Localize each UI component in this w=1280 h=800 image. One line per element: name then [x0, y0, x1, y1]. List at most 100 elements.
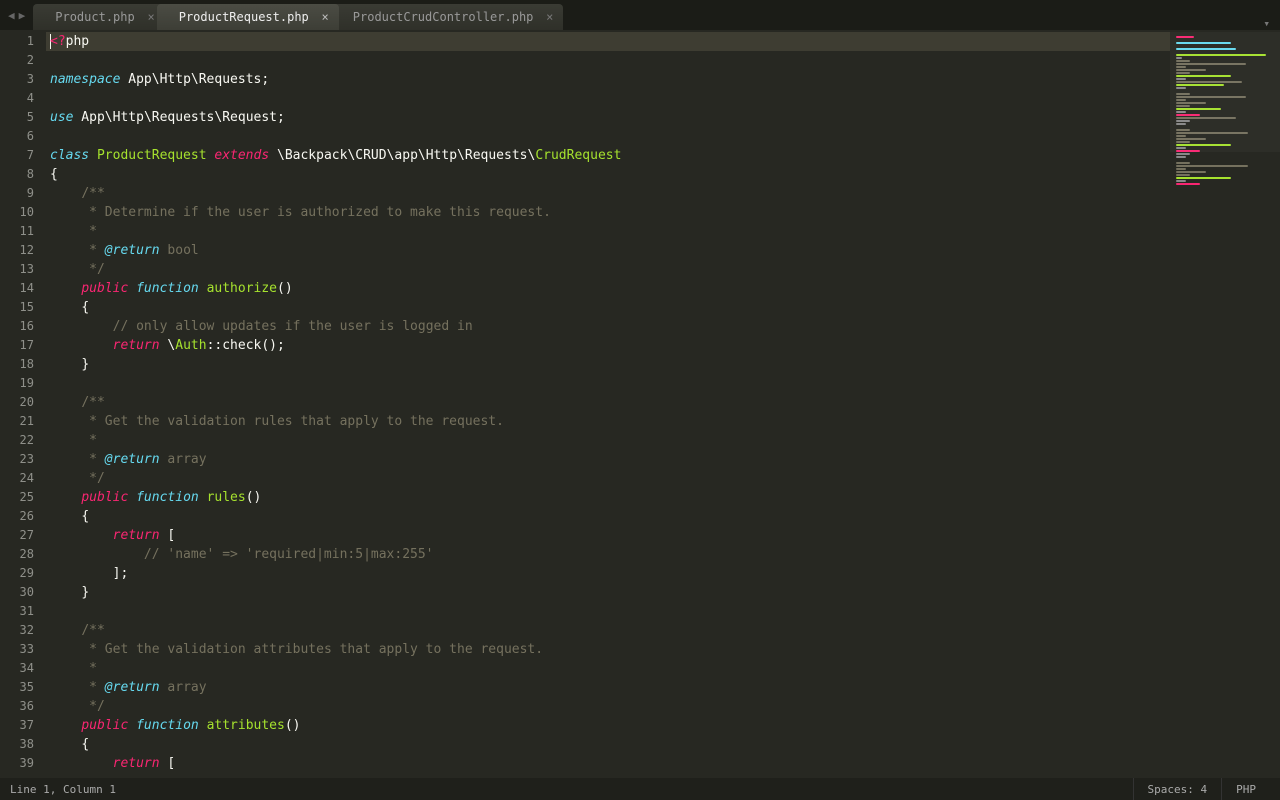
minimap-line: [1176, 171, 1206, 173]
line-number: 19: [0, 374, 46, 393]
code-line[interactable]: public function rules(): [46, 488, 1170, 507]
tab-close-icon[interactable]: ×: [148, 10, 155, 24]
line-number: 5: [0, 108, 46, 127]
code-line[interactable]: {: [46, 298, 1170, 317]
tab-label: Product.php: [55, 10, 134, 24]
line-number: 35: [0, 678, 46, 697]
line-number: 1: [0, 32, 46, 51]
code-line[interactable]: // only allow updates if the user is log…: [46, 317, 1170, 336]
line-number: 15: [0, 298, 46, 317]
code-line[interactable]: /**: [46, 393, 1170, 412]
code-line[interactable]: {: [46, 735, 1170, 754]
minimap-line: [1176, 162, 1190, 164]
line-number: 38: [0, 735, 46, 754]
tab-label: ProductRequest.php: [179, 10, 309, 24]
line-number: 23: [0, 450, 46, 469]
minimap-line: [1176, 174, 1190, 176]
code-content[interactable]: <?php namespace App\Http\Requests; use App…: [46, 30, 1170, 778]
code-line[interactable]: return \Auth::check();: [46, 336, 1170, 355]
tabs-overflow-icon[interactable]: ▾: [1253, 17, 1280, 30]
minimap-line: [1176, 153, 1190, 155]
tab-close-icon[interactable]: ×: [546, 10, 553, 24]
code-line[interactable]: [46, 89, 1170, 108]
code-line[interactable]: return [: [46, 754, 1170, 773]
code-line[interactable]: * Determine if the user is authorized to…: [46, 203, 1170, 222]
nav-arrows: ◀ ▶: [0, 0, 33, 30]
code-line[interactable]: ];: [46, 564, 1170, 583]
minimap-line: [1176, 156, 1186, 158]
line-number: 9: [0, 184, 46, 203]
line-number: 16: [0, 317, 46, 336]
line-number: 24: [0, 469, 46, 488]
nav-back-icon[interactable]: ◀: [6, 9, 17, 22]
code-line[interactable]: * @return bool: [46, 241, 1170, 260]
code-line[interactable]: *: [46, 431, 1170, 450]
code-line[interactable]: * @return array: [46, 678, 1170, 697]
code-line[interactable]: {: [46, 507, 1170, 526]
minimap[interactable]: [1170, 30, 1280, 778]
minimap-line: [1176, 177, 1231, 179]
line-number: 32: [0, 621, 46, 640]
code-line[interactable]: *: [46, 659, 1170, 678]
line-number: 10: [0, 203, 46, 222]
status-bar: Line 1, Column 1 Spaces: 4 PHP: [0, 778, 1280, 800]
code-line[interactable]: }: [46, 355, 1170, 374]
line-number: 39: [0, 754, 46, 773]
line-number: 8: [0, 165, 46, 184]
minimap-viewport[interactable]: [1170, 32, 1280, 152]
code-line[interactable]: namespace App\Http\Requests;: [46, 70, 1170, 89]
code-line[interactable]: *: [46, 222, 1170, 241]
nav-forward-icon[interactable]: ▶: [17, 9, 28, 22]
line-number: 25: [0, 488, 46, 507]
line-number: 36: [0, 697, 46, 716]
code-line[interactable]: [46, 127, 1170, 146]
status-language[interactable]: PHP: [1221, 778, 1270, 800]
tab-productcrudcontroller-php[interactable]: ProductCrudController.php×: [331, 4, 564, 30]
tab-product-php[interactable]: Product.php ×: [33, 4, 164, 30]
minimap-line: [1176, 168, 1186, 170]
code-line[interactable]: */: [46, 697, 1170, 716]
line-number: 14: [0, 279, 46, 298]
line-number: 4: [0, 89, 46, 108]
code-line[interactable]: [46, 602, 1170, 621]
code-line[interactable]: use App\Http\Requests\Request;: [46, 108, 1170, 127]
code-line[interactable]: * Get the validation rules that apply to…: [46, 412, 1170, 431]
status-indent[interactable]: Spaces: 4: [1133, 778, 1222, 800]
code-line[interactable]: }: [46, 583, 1170, 602]
line-number: 33: [0, 640, 46, 659]
tab-close-icon[interactable]: ×: [322, 10, 329, 24]
line-number: 11: [0, 222, 46, 241]
code-line[interactable]: // 'name' => 'required|min:5|max:255': [46, 545, 1170, 564]
code-line[interactable]: */: [46, 469, 1170, 488]
code-line[interactable]: return [: [46, 526, 1170, 545]
line-number: 17: [0, 336, 46, 355]
status-position[interactable]: Line 1, Column 1: [10, 783, 116, 796]
code-line[interactable]: public function authorize(): [46, 279, 1170, 298]
minimap-line: [1176, 165, 1248, 167]
code-line[interactable]: class ProductRequest extends \Backpack\C…: [46, 146, 1170, 165]
code-line[interactable]: /**: [46, 621, 1170, 640]
code-line[interactable]: <?php: [46, 32, 1170, 51]
line-number: 13: [0, 260, 46, 279]
tab-bar: ◀ ▶ Product.php×ProductRequest.php×Produ…: [0, 0, 1280, 30]
code-line[interactable]: public function attributes(): [46, 716, 1170, 735]
line-number: 37: [0, 716, 46, 735]
code-line[interactable]: [46, 374, 1170, 393]
minimap-line: [1176, 180, 1186, 182]
editor-area[interactable]: 1234567891011121314151617181920212223242…: [0, 30, 1280, 778]
line-number: 7: [0, 146, 46, 165]
code-line[interactable]: /**: [46, 184, 1170, 203]
line-number: 30: [0, 583, 46, 602]
tab-productrequest-php[interactable]: ProductRequest.php ×: [157, 4, 339, 30]
code-line[interactable]: [46, 51, 1170, 70]
code-line[interactable]: */: [46, 260, 1170, 279]
line-number: 34: [0, 659, 46, 678]
code-line[interactable]: {: [46, 165, 1170, 184]
line-number: 3: [0, 70, 46, 89]
line-number: 26: [0, 507, 46, 526]
code-line[interactable]: * Get the validation attributes that app…: [46, 640, 1170, 659]
line-number: 28: [0, 545, 46, 564]
code-line[interactable]: * @return array: [46, 450, 1170, 469]
line-number: 31: [0, 602, 46, 621]
line-number: 20: [0, 393, 46, 412]
